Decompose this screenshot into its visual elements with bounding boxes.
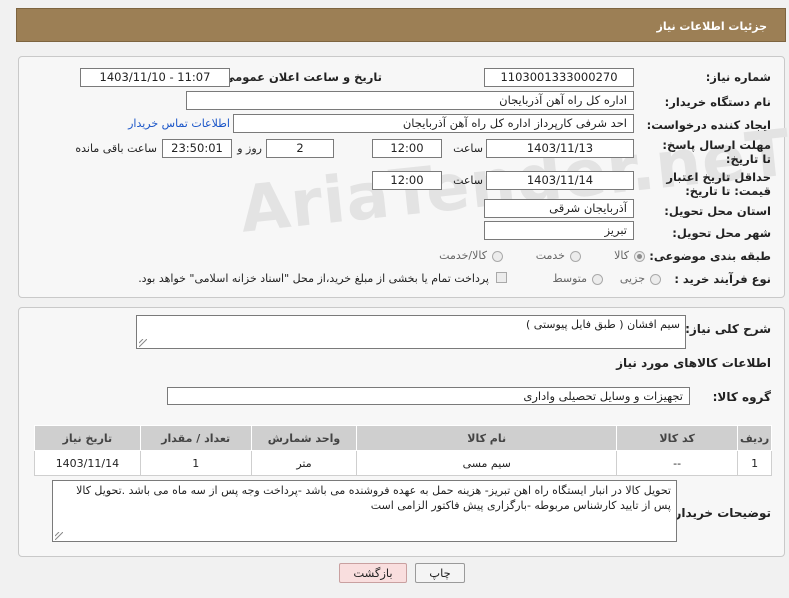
remaining-label: ساعت باقی مانده xyxy=(75,142,157,155)
days-remaining-field: 2 xyxy=(266,139,334,158)
deadline-label: مهلت ارسال پاسخ: تا تاریخ: xyxy=(662,138,771,166)
col-unit: واحد شمارش xyxy=(250,425,358,451)
resize-grip-icon[interactable] xyxy=(55,532,63,540)
category-option-goods: کالا xyxy=(614,249,629,262)
process-radio-minor[interactable] xyxy=(650,274,661,285)
col-code: کد کالا xyxy=(616,425,739,451)
announce-field: 1403/11/10 - 11:07 xyxy=(80,68,230,87)
cell-need-date: 1403/11/14 xyxy=(34,450,141,476)
cell-name: سیم مسی xyxy=(356,450,618,476)
col-row: ردیف xyxy=(737,425,772,451)
buyer-label: نام دستگاه خریدار: xyxy=(664,95,771,109)
buyer-notes-label: توضیحات خریدار: xyxy=(669,506,771,520)
announce-label: تاریخ و ساعت اعلان عمومی: xyxy=(218,70,382,84)
col-quantity: تعداد / مقدار xyxy=(139,425,252,451)
process-radio-medium[interactable] xyxy=(592,274,603,285)
description-text: سیم افشان ( طبق فایل پیوستی ) xyxy=(526,318,680,331)
validity-time-field: 12:00 xyxy=(372,171,442,190)
description-label: شرح کلی نیاز: xyxy=(685,322,771,336)
city-field: تبریز xyxy=(484,221,634,240)
col-need-date: تاریخ نیاز xyxy=(34,425,141,451)
category-label: طبقه بندی موضوعی: xyxy=(649,249,771,263)
back-button[interactable]: بازگشت xyxy=(339,563,407,583)
city-label: شهر محل تحویل: xyxy=(672,226,771,240)
validity-label: حداقل تاریخ اعتبار قیمت: تا تاریخ: xyxy=(666,170,771,198)
category-radio-goods-service[interactable] xyxy=(492,251,503,262)
goods-group-field: تجهیزات و وسایل تحصیلی واداری xyxy=(167,387,690,405)
province-field: آذربایجان شرقی xyxy=(484,199,634,218)
category-radio-goods[interactable] xyxy=(634,251,645,262)
table-header-row: ردیف کد کالا نام کالا واحد شمارش تعداد /… xyxy=(34,425,772,451)
treasury-payment-checkbox[interactable] xyxy=(496,272,507,283)
col-name: نام کالا xyxy=(356,425,618,451)
creator-field: احد شرفی کارپرداز اداره کل راه آهن آذربا… xyxy=(233,114,634,133)
deadline-date-field: 1403/11/13 xyxy=(486,139,634,158)
creator-label: ایجاد کننده درخواست: xyxy=(646,118,771,132)
goods-table: ردیف کد کالا نام کالا واحد شمارش تعداد /… xyxy=(34,425,772,476)
day-and-label: روز و xyxy=(237,142,262,155)
buyer-field: اداره کل راه آهن آذربایجان xyxy=(186,91,634,110)
need-number-label: شماره نیاز: xyxy=(705,70,771,84)
goods-info-title: اطلاعات کالاهای مورد نیاز xyxy=(616,356,771,370)
remaining-time-field: 23:50:01 xyxy=(162,139,232,158)
cell-quantity: 1 xyxy=(139,450,252,476)
page-header: جزئیات اطلاعات نیاز xyxy=(16,8,786,42)
table-row: 1 -- سیم مسی متر 1 1403/11/14 xyxy=(34,450,772,476)
treasury-payment-note: پرداخت تمام یا بخشی از مبلغ خرید،از محل … xyxy=(138,272,489,285)
resize-grip-icon[interactable] xyxy=(139,339,147,347)
category-option-goods-service: کالا/خدمت xyxy=(439,249,487,262)
page-title: جزئیات اطلاعات نیاز xyxy=(656,20,768,33)
cell-unit: متر xyxy=(250,450,358,476)
validity-hour-label: ساعت xyxy=(453,174,483,187)
buyer-notes-field: تحویل کالا در انبار ایستگاه راه اهن تبری… xyxy=(52,480,677,542)
description-field: سیم افشان ( طبق فایل پیوستی ) xyxy=(136,315,686,349)
validity-date-field: 1403/11/14 xyxy=(486,171,634,190)
need-number-field: 1103001333000270 xyxy=(484,68,634,87)
category-radio-service[interactable] xyxy=(570,251,581,262)
process-label: نوع فرآیند خرید : xyxy=(674,272,771,286)
category-option-service: خدمت xyxy=(535,249,565,262)
province-label: استان محل تحویل: xyxy=(664,204,771,218)
cell-code: -- xyxy=(616,450,739,476)
goods-group-label: گروه کالا: xyxy=(712,390,771,404)
deadline-time-field: 12:00 xyxy=(372,139,442,158)
print-button[interactable]: چاپ xyxy=(415,563,465,583)
process-option-medium: متوسط xyxy=(552,272,587,285)
process-option-minor: جزیی xyxy=(619,272,645,285)
deadline-hour-label: ساعت xyxy=(453,142,483,155)
cell-row: 1 xyxy=(737,450,772,476)
contact-buyer-link[interactable]: اطلاعات تماس خریدار xyxy=(128,117,230,130)
buyer-notes-text: تحویل کالا در انبار ایستگاه راه اهن تبری… xyxy=(76,484,671,512)
